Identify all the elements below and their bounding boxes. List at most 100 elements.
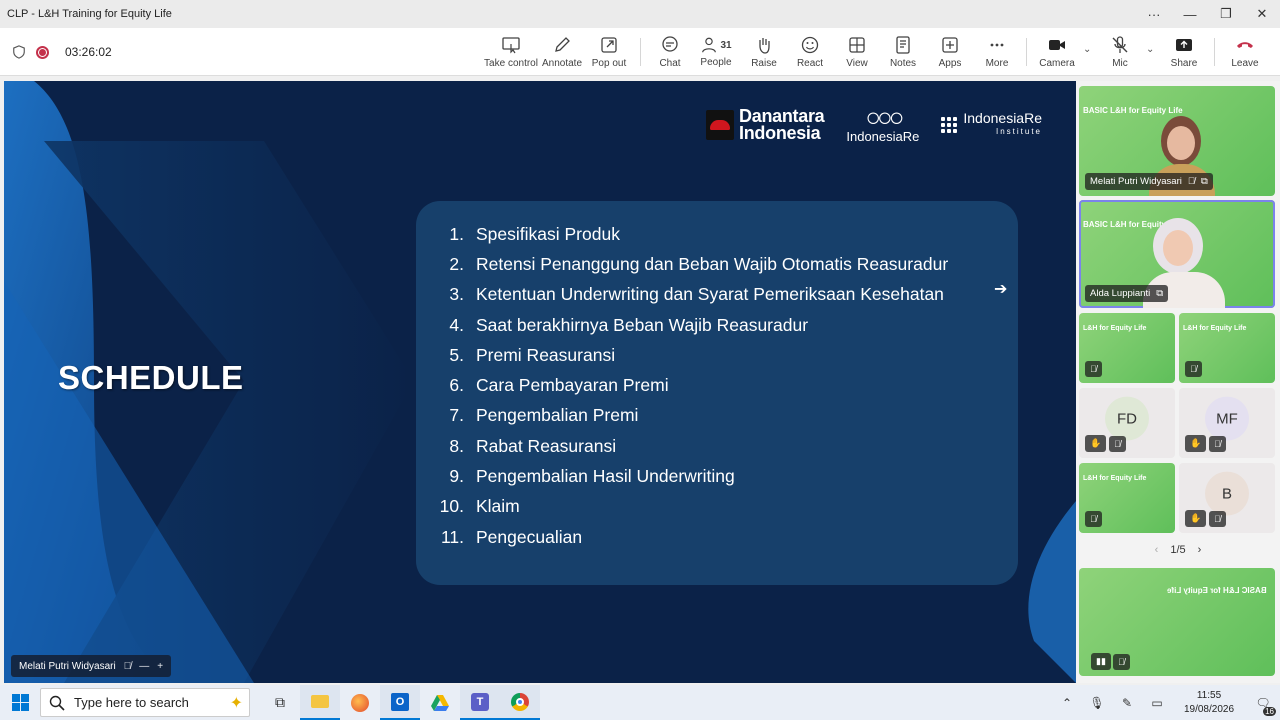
schedule-item: 9. Pengembalian Hasil Underwriting <box>434 461 948 491</box>
annotate-button[interactable]: Annotate <box>542 28 582 76</box>
schedule-item-number: 6. <box>449 375 464 396</box>
windows-logo-icon <box>11 694 29 711</box>
firefox-icon[interactable] <box>340 685 380 720</box>
schedule-item-text: Pengembalian Premi <box>476 405 639 426</box>
zoom-out-icon[interactable]: — <box>139 661 149 672</box>
raise-hand-button[interactable]: Raise <box>750 28 778 76</box>
window-title: CLP - L&H Training for Equity Life <box>7 8 172 20</box>
participant-tile[interactable]: L&H for Equity Life 🎙̸ <box>1079 463 1175 533</box>
more-button[interactable]: More <box>984 28 1010 76</box>
screen-share-icon: ⧉ <box>1200 176 1208 187</box>
restore-button[interactable]: ❐ <box>1208 0 1244 28</box>
chevron-left-icon[interactable]: ‹ <box>1155 544 1159 556</box>
avatar: MF <box>1205 396 1249 441</box>
camera-icon <box>1049 40 1065 50</box>
participant-tile-speaking[interactable]: BASIC L&H for Equity Life Alda Luppianti… <box>1079 200 1275 308</box>
page-indicator: 1/5 <box>1170 544 1186 556</box>
taskbar-search-box[interactable]: Type here to search ✦ <box>40 688 250 717</box>
camera-button[interactable]: Camera <box>1039 28 1075 76</box>
microphone-icon[interactable]: 🎙 <box>1082 696 1112 710</box>
smiley-icon <box>801 36 819 54</box>
google-drive-icon[interactable] <box>420 685 460 720</box>
participant-gallery: BASIC L&H for Equity Life Melati Putri W… <box>1076 81 1280 683</box>
hand-raised-icon: ✋ <box>1185 510 1207 527</box>
leave-button[interactable]: Leave <box>1230 28 1260 76</box>
outlook-icon[interactable]: O <box>380 685 420 720</box>
participant-tile[interactable]: FD ✋ 🎙̸ <box>1079 388 1175 458</box>
zoom-in-icon[interactable]: + <box>157 661 163 672</box>
signal-icon: ▮▮ <box>1091 653 1111 670</box>
system-tray: ⌃ 🎙 ✎ ▭ 11:55 19/08/2026 🗨 16 <box>1052 685 1280 720</box>
schedule-item-text: Ketentuan Underwriting dan Syarat Pemeri… <box>476 284 944 305</box>
task-view-icon[interactable]: ⧉ <box>260 685 300 720</box>
schedule-item: 10. Klaim <box>434 492 948 522</box>
more-options-icon[interactable]: ··· <box>1136 0 1172 28</box>
apps-button[interactable]: Apps <box>938 28 962 76</box>
participant-tile[interactable]: L&H for Equity Life 🎙̸ <box>1179 313 1275 383</box>
dot-grid-icon <box>941 116 958 133</box>
schedule-item-number: 9. <box>449 466 464 487</box>
mic-off-icon: 🎙̸ <box>1109 436 1126 452</box>
pen-icon[interactable]: ✎ <box>1112 696 1142 710</box>
mic-off-icon: 🎙̸ <box>1187 176 1195 187</box>
take-control-button[interactable]: Take control <box>484 28 538 76</box>
file-explorer-icon[interactable] <box>300 685 340 720</box>
schedule-item-number: 10. <box>439 496 464 517</box>
mic-button[interactable]: Mic <box>1108 28 1132 76</box>
participant-tile[interactable]: MF ✋ 🎙̸ <box>1179 388 1275 458</box>
notifications-icon[interactable]: 🗨 16 <box>1246 696 1280 716</box>
schedule-item-text: Pengecualian <box>476 526 583 547</box>
schedule-item-text: Premi Reasuransi <box>476 344 616 365</box>
mic-off-icon: 🎙̸ <box>1185 361 1202 377</box>
participant-tile[interactable]: BASIC L&H for Equity Life Melati Putri W… <box>1079 86 1275 196</box>
hang-up-icon <box>1237 42 1253 48</box>
meeting-timer: 03:26:02 <box>65 45 112 59</box>
chevron-up-icon[interactable]: ⌃ <box>1052 696 1082 710</box>
schedule-panel: 1. Spesifikasi Produk 2. Retensi Penanggung… <box>416 201 1018 585</box>
share-icon <box>1176 39 1192 51</box>
mic-off-icon: 🎙̸ <box>1113 654 1130 670</box>
notes-button[interactable]: Notes <box>890 28 916 76</box>
schedule-item-number: 8. <box>449 435 464 456</box>
people-button[interactable]: 31 People <box>697 28 735 76</box>
camera-options-chevron-icon[interactable]: ⌄ <box>1083 44 1091 55</box>
chat-button[interactable]: Chat <box>655 28 685 76</box>
teams-icon[interactable]: T <box>460 685 500 720</box>
schedule-item-text: Rabat Reasuransi <box>476 435 617 456</box>
view-button[interactable]: View <box>845 28 869 76</box>
mouse-arrow-icon: ➔ <box>994 281 1008 298</box>
participant-tile[interactable]: B ✋ 🎙̸ <box>1179 463 1275 533</box>
sparkle-icon: ✦ <box>229 694 243 712</box>
minimize-button[interactable]: — <box>1172 0 1208 28</box>
display-icon[interactable]: ▭ <box>1142 696 1172 710</box>
hand-raised-icon: ✋ <box>1185 435 1207 452</box>
toolbar-divider <box>1026 38 1027 66</box>
mic-options-chevron-icon[interactable]: ⌄ <box>1146 44 1154 55</box>
windows-start-button[interactable] <box>0 685 40 720</box>
schedule-item: 5. Premi Reasuransi <box>434 340 948 370</box>
schedule-item-number: 3. <box>449 284 464 305</box>
schedule-list: 1. Spesifikasi Produk 2. Retensi Penanggung… <box>434 219 948 552</box>
schedule-item: 6. Cara Pembayaran Premi <box>434 370 948 400</box>
share-button[interactable]: Share <box>1170 28 1198 76</box>
pop-out-icon <box>601 37 617 53</box>
hand-raised-icon: ✋ <box>1085 435 1107 452</box>
pop-out-button[interactable]: Pop out <box>591 28 627 76</box>
shield-icon[interactable] <box>12 45 26 59</box>
gallery-pager: ‹ 1/5 › <box>1076 538 1280 562</box>
chrome-icon[interactable] <box>500 685 540 720</box>
hand-icon <box>759 38 770 54</box>
pen-icon <box>555 37 570 52</box>
mic-off-icon: 🎙̸ <box>1085 511 1102 527</box>
react-button[interactable]: React <box>797 28 823 76</box>
title-bar: CLP - L&H Training for Equity Life ··· —… <box>0 0 1280 28</box>
taskbar-clock[interactable]: 11:55 19/08/2026 <box>1172 689 1246 717</box>
close-button[interactable]: ✕ <box>1244 0 1280 28</box>
participant-tile[interactable]: L&H for Equity Life 🎙̸ <box>1079 313 1175 383</box>
indonesiare-institute-logo: IndonesiaRe Institute <box>941 111 1042 138</box>
chevron-right-icon[interactable]: › <box>1198 544 1202 556</box>
self-view-tile[interactable]: BASIC L&H for Equity Life ▮▮ 🎙̸ <box>1079 568 1275 676</box>
schedule-item: 1. Spesifikasi Produk <box>434 219 948 249</box>
schedule-item-text: Retensi Penanggung dan Beban Wajib Otoma… <box>476 253 949 274</box>
schedule-item: 7. Pengembalian Premi <box>434 401 948 431</box>
